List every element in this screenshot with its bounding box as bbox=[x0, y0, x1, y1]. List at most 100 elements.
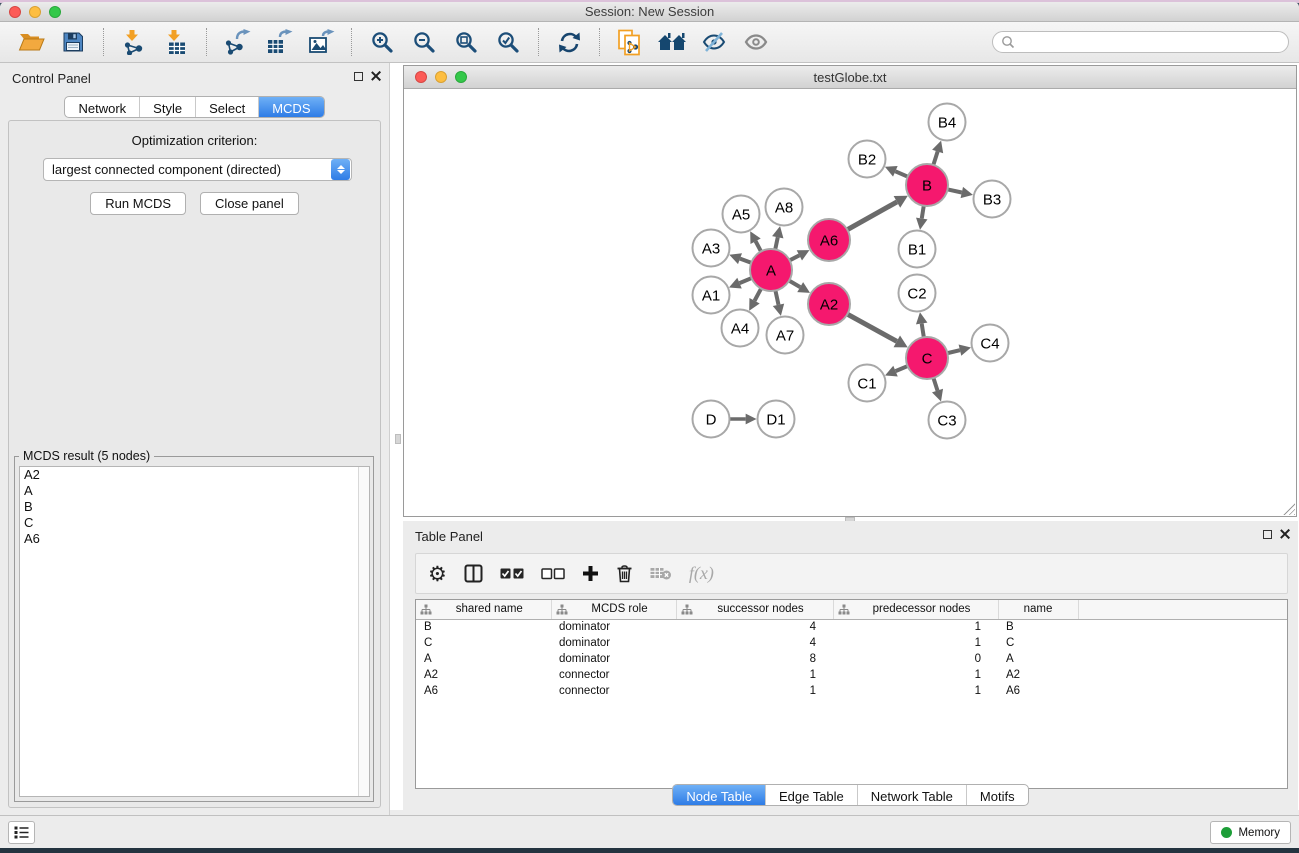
table-row[interactable]: Bdominator41B bbox=[416, 619, 1287, 635]
graph-edge[interactable] bbox=[775, 237, 778, 250]
network-graph[interactable]: B4B2BB3A8A5A6A3B1AC2A1A2A4A7C4CC1C3DD1 bbox=[404, 89, 1296, 516]
table-cell[interactable]: dominator bbox=[551, 651, 676, 667]
table-cell[interactable]: C bbox=[998, 635, 1078, 651]
result-item[interactable]: A2 bbox=[20, 467, 369, 483]
zoom-selected-button[interactable] bbox=[491, 26, 525, 58]
network-canvas[interactable]: B4B2BB3A8A5A6A3B1AC2A1A2A4A7C4CC1C3DD1 bbox=[404, 89, 1296, 516]
graph-edge[interactable] bbox=[895, 171, 908, 177]
tab-network-table[interactable]: Network Table bbox=[857, 785, 966, 805]
hide-details-button[interactable] bbox=[697, 26, 731, 58]
table-cell[interactable]: connector bbox=[551, 683, 676, 699]
function-builder-button[interactable]: f(x) bbox=[689, 563, 714, 584]
graph-edge[interactable] bbox=[788, 280, 800, 287]
close-window-button[interactable] bbox=[9, 6, 21, 18]
table-row[interactable]: A6connector11A6 bbox=[416, 683, 1287, 699]
zoom-window-button[interactable] bbox=[49, 6, 61, 18]
table-cell[interactable]: B bbox=[416, 619, 551, 635]
save-session-button[interactable] bbox=[56, 26, 90, 58]
network-close-button[interactable] bbox=[415, 71, 427, 83]
graph-edge[interactable] bbox=[947, 189, 962, 192]
criterion-select[interactable]: largest connected component (directed) bbox=[43, 158, 352, 181]
close-panel-button[interactable]: Close panel bbox=[200, 192, 299, 215]
table-cell[interactable]: 1 bbox=[833, 619, 998, 635]
new-network-from-selection-button[interactable] bbox=[613, 26, 647, 58]
table-cell[interactable]: 1 bbox=[833, 683, 998, 699]
close-panel-icon[interactable] bbox=[371, 71, 381, 81]
home-button[interactable] bbox=[655, 26, 689, 58]
network-window-titlebar[interactable]: testGlobe.txt bbox=[404, 66, 1296, 89]
graph-edge[interactable] bbox=[755, 288, 762, 301]
table-cell[interactable]: A2 bbox=[416, 667, 551, 683]
tab-motifs[interactable]: Motifs bbox=[966, 785, 1028, 805]
table-cell[interactable]: C bbox=[416, 635, 551, 651]
table-settings-button[interactable]: ⚙ bbox=[428, 564, 447, 584]
graph-edge[interactable] bbox=[933, 151, 938, 165]
tab-node-table[interactable]: Node Table bbox=[673, 785, 765, 805]
table-cell[interactable]: 4 bbox=[676, 635, 833, 651]
table-cell[interactable]: 1 bbox=[676, 667, 833, 683]
export-image-button[interactable] bbox=[304, 26, 338, 58]
delete-table-button[interactable] bbox=[650, 566, 672, 581]
table-row[interactable]: Cdominator41C bbox=[416, 635, 1287, 651]
result-item[interactable]: A6 bbox=[20, 531, 369, 547]
table-cell[interactable]: B bbox=[998, 619, 1078, 635]
table-cell[interactable]: 1 bbox=[833, 635, 998, 651]
network-minimize-button[interactable] bbox=[435, 71, 447, 83]
show-columns-button[interactable] bbox=[464, 564, 483, 583]
vertical-splitter-handle[interactable] bbox=[395, 434, 401, 444]
graph-edge[interactable] bbox=[922, 205, 924, 219]
minimize-window-button[interactable] bbox=[29, 6, 41, 18]
table-row[interactable]: A2connector11A2 bbox=[416, 667, 1287, 683]
table-cell[interactable]: A6 bbox=[998, 683, 1078, 699]
table-cell[interactable]: A bbox=[416, 651, 551, 667]
result-item[interactable]: A bbox=[20, 483, 369, 499]
result-item[interactable]: C bbox=[20, 515, 369, 531]
graph-edge[interactable] bbox=[847, 314, 897, 342]
zoom-out-button[interactable] bbox=[407, 26, 441, 58]
table-cell[interactable]: dominator bbox=[551, 619, 676, 635]
select-all-columns-button[interactable] bbox=[500, 568, 524, 580]
import-network-button[interactable] bbox=[117, 26, 151, 58]
table-cell[interactable]: 4 bbox=[676, 619, 833, 635]
show-task-history-button[interactable] bbox=[8, 821, 35, 844]
column-header-shared-name[interactable]: shared name bbox=[416, 600, 551, 619]
delete-columns-button[interactable] bbox=[616, 564, 633, 583]
export-table-button[interactable] bbox=[262, 26, 296, 58]
open-session-button[interactable] bbox=[14, 26, 48, 58]
refresh-button[interactable] bbox=[552, 26, 586, 58]
column-header-mcds-role[interactable]: MCDS role bbox=[551, 600, 676, 619]
table-cell[interactable]: connector bbox=[551, 667, 676, 683]
create-column-button[interactable] bbox=[582, 565, 599, 582]
column-header-successor-nodes[interactable]: successor nodes bbox=[676, 600, 833, 619]
tab-mcds[interactable]: MCDS bbox=[258, 97, 323, 117]
graph-edge[interactable] bbox=[946, 350, 959, 353]
float-panel-icon[interactable] bbox=[354, 72, 363, 81]
table-cell[interactable]: 1 bbox=[676, 683, 833, 699]
node-table[interactable]: shared name MCDS role successor nodes pr… bbox=[416, 600, 1287, 699]
tab-style[interactable]: Style bbox=[139, 97, 195, 117]
graph-edge[interactable] bbox=[846, 202, 896, 230]
float-panel-icon[interactable] bbox=[1263, 530, 1272, 539]
show-view-button[interactable] bbox=[739, 26, 773, 58]
graph-edge[interactable] bbox=[740, 278, 753, 283]
memory-button[interactable]: Memory bbox=[1210, 821, 1291, 844]
network-zoom-button[interactable] bbox=[455, 71, 467, 83]
search-field[interactable] bbox=[992, 31, 1289, 53]
table-cell[interactable]: A6 bbox=[416, 683, 551, 699]
unselect-all-columns-button[interactable] bbox=[541, 568, 565, 580]
run-mcds-button[interactable]: Run MCDS bbox=[90, 192, 186, 215]
tab-edge-table[interactable]: Edge Table bbox=[765, 785, 857, 805]
result-list-scrollbar[interactable] bbox=[358, 467, 369, 796]
table-cell[interactable]: 0 bbox=[833, 651, 998, 667]
search-input[interactable] bbox=[1020, 35, 1280, 49]
window-resize-grip[interactable] bbox=[1282, 502, 1295, 515]
graph-edge[interactable] bbox=[896, 366, 909, 371]
table-cell[interactable]: 1 bbox=[833, 667, 998, 683]
mcds-result-list[interactable]: A2ABCA6 bbox=[19, 466, 370, 797]
column-header-name[interactable]: name bbox=[998, 600, 1078, 619]
zoom-fit-button[interactable] bbox=[449, 26, 483, 58]
table-row[interactable]: Adominator80A bbox=[416, 651, 1287, 667]
column-header-predecessor-nodes[interactable]: predecessor nodes bbox=[833, 600, 998, 619]
table-cell[interactable]: A2 bbox=[998, 667, 1078, 683]
tab-select[interactable]: Select bbox=[195, 97, 258, 117]
